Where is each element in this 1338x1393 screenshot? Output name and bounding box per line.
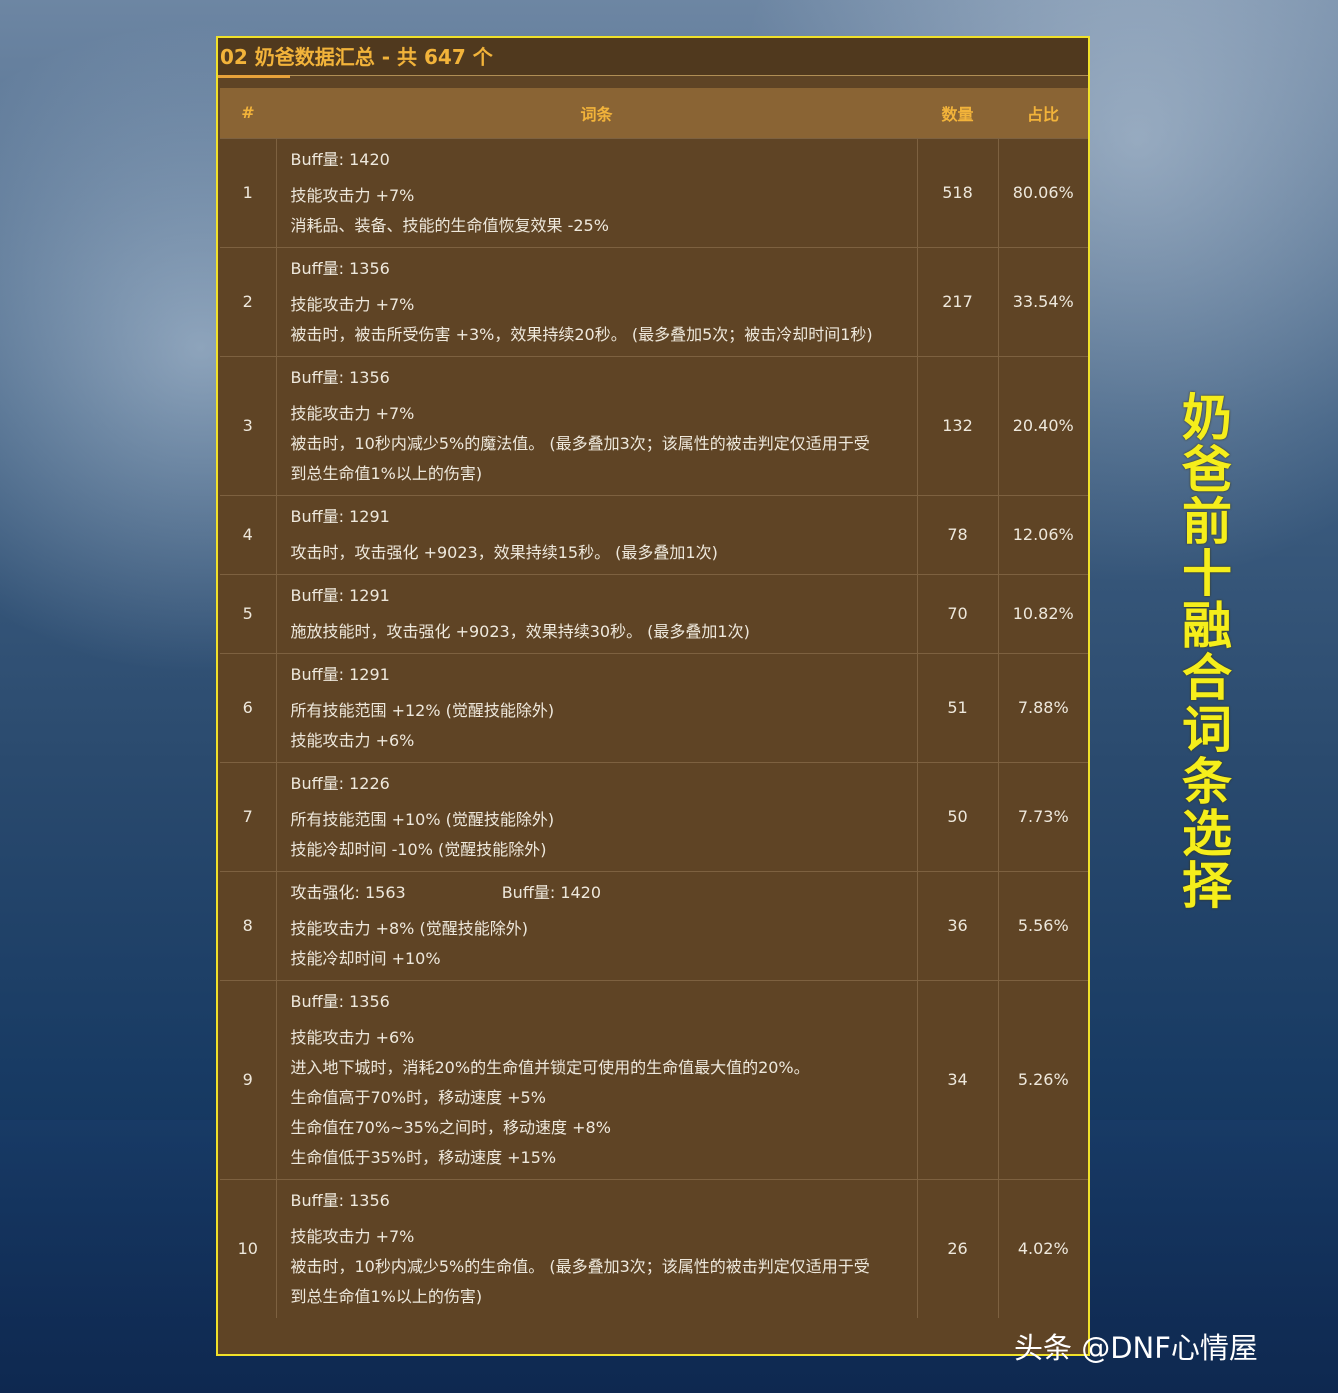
entry-line: Buff量: 1356 [290, 1190, 390, 1210]
entry-line: 技能攻击力 +7% [290, 403, 415, 423]
header-count: 数量 [941, 104, 974, 124]
entry-line: 到总生命值1%以上的伤害) [290, 1286, 483, 1306]
entry-line: 技能攻击力 +8% (觉醒技能除外) [290, 918, 528, 938]
entry-line: Buff量: 1356 [290, 258, 390, 278]
row-count: 70 [917, 573, 999, 653]
row-entry: Buff量: 1356 技能攻击力 +7% 被击时，被击所受伤害 +3%，效果持… [275, 246, 918, 356]
entry-line: 技能冷却时间 -10% (觉醒技能除外) [290, 839, 547, 859]
row-ratio: 33.54% [998, 246, 1088, 356]
row-ratio: 4.02% [998, 1178, 1088, 1318]
entry-buff: Buff量: 1420 [501, 882, 602, 902]
table-row: 3 Buff量: 1356 技能攻击力 +7% 被击时，10秒内减少5%的魔法值… [220, 355, 1088, 495]
header-entry: 词条 [580, 104, 613, 124]
row-index: 4 [220, 494, 277, 574]
entry-line: 技能攻击力 +7% [290, 185, 415, 205]
entry-line: 被击时，被击所受伤害 +3%，效果持续20秒。 (最多叠加5次；被击冷却时间1秒… [290, 324, 873, 344]
table-row: 6 Buff量: 1291 所有技能范围 +12% (觉醒技能除外) 技能攻击力… [220, 652, 1088, 762]
row-index: 3 [220, 355, 277, 495]
entry-line: 攻击强化: 1563 Buff量: 1420 [291, 878, 903, 908]
row-index: 6 [220, 652, 277, 762]
entry-line: Buff量: 1356 [290, 991, 390, 1011]
row-index: 8 [220, 870, 277, 980]
row-ratio: 5.26% [998, 979, 1088, 1179]
table-row: 4 Buff量: 1291 攻击时，攻击强化 +9023，效果持续15秒。 (最… [220, 494, 1088, 574]
row-index: 5 [220, 573, 277, 653]
row-entry: Buff量: 1291 所有技能范围 +12% (觉醒技能除外) 技能攻击力 +… [275, 652, 918, 762]
row-entry: 攻击强化: 1563 Buff量: 1420 技能攻击力 +8% (觉醒技能除外)… [275, 870, 918, 980]
entries-table: # 词条 数量 占比 1 Buff量: 1420 技能攻击力 +7% 消耗品、装… [220, 88, 1088, 1318]
row-entry: Buff量: 1356 技能攻击力 +7% 被击时，10秒内减少5%的魔法值。 … [275, 355, 918, 495]
entry-line: 被击时，10秒内减少5%的生命值。 (最多叠加3次；该属性的被击判定仅适用于受 [290, 1256, 870, 1276]
row-entry: Buff量: 1420 技能攻击力 +7% 消耗品、装备、技能的生命值恢复效果 … [275, 137, 918, 247]
row-count: 34 [917, 979, 999, 1179]
entry-line: Buff量: 1291 [290, 585, 390, 605]
entry-line: 消耗品、装备、技能的生命值恢复效果 -25% [290, 215, 609, 235]
title-underline-accent [218, 75, 290, 78]
header-ratio: 占比 [1026, 104, 1059, 124]
entry-line: Buff量: 1356 [290, 367, 390, 387]
row-index: 1 [220, 137, 277, 247]
entry-line: 被击时，10秒内减少5%的魔法值。 (最多叠加3次；该属性的被击判定仅适用于受 [290, 433, 870, 453]
entry-line: Buff量: 1291 [290, 664, 390, 684]
entry-line: 技能攻击力 +7% [290, 1226, 415, 1246]
watermark: 头条 @DNF心情屋 [1014, 1331, 1258, 1365]
row-count: 217 [917, 246, 999, 356]
row-ratio: 20.40% [998, 355, 1088, 495]
entry-line: 进入地下城时，消耗20%的生命值并锁定可使用的生命值最大值的20%。 [290, 1057, 810, 1077]
entry-attack-boost: 攻击强化: 1563 [290, 882, 406, 902]
row-count: 78 [917, 494, 999, 574]
data-summary-panel: 02 奶爸数据汇总 - 共 647 个 # 词条 数量 占比 1 Buff量: … [216, 36, 1090, 1356]
row-entry: Buff量: 1356 技能攻击力 +7% 被击时，10秒内减少5%的生命值。 … [275, 1178, 918, 1318]
table-row: 7 Buff量: 1226 所有技能范围 +10% (觉醒技能除外) 技能冷却时… [220, 761, 1088, 871]
table-row: 8 攻击强化: 1563 Buff量: 1420 技能攻击力 +8% (觉醒技能除… [220, 870, 1088, 980]
entry-line: 生命值高于70%时，移动速度 +5% [290, 1087, 546, 1107]
entry-line: Buff量: 1420 [290, 149, 390, 169]
table-row: 1 Buff量: 1420 技能攻击力 +7% 消耗品、装备、技能的生命值恢复效… [220, 137, 1088, 247]
panel-title: 02 奶爸数据汇总 - 共 647 个 [218, 38, 1088, 76]
row-entry: Buff量: 1356 技能攻击力 +6% 进入地下城时，消耗20%的生命值并锁… [275, 979, 918, 1179]
row-ratio: 5.56% [998, 870, 1088, 980]
row-ratio: 12.06% [998, 494, 1088, 574]
row-count: 36 [917, 870, 999, 980]
row-entry: Buff量: 1291 攻击时，攻击强化 +9023，效果持续15秒。 (最多叠… [275, 494, 918, 574]
row-index: 9 [220, 979, 277, 1179]
entry-line: 技能攻击力 +7% [290, 294, 415, 314]
entry-line: 施放技能时，攻击强化 +9023，效果持续30秒。 (最多叠加1次) [290, 621, 750, 641]
entry-line: 技能攻击力 +6% [290, 730, 415, 750]
row-count: 518 [917, 137, 999, 247]
row-ratio: 7.88% [998, 652, 1088, 762]
row-count: 51 [917, 652, 999, 762]
row-index: 10 [220, 1178, 277, 1318]
entry-line: 技能冷却时间 +10% [290, 948, 441, 968]
header-index: # [241, 103, 255, 123]
row-index: 2 [220, 246, 277, 356]
entry-line: 所有技能范围 +12% (觉醒技能除外) [290, 700, 555, 720]
side-title: 奶爸前十融合词条选择 [1182, 389, 1232, 915]
row-entry: Buff量: 1291 施放技能时，攻击强化 +9023，效果持续30秒。 (最… [275, 573, 918, 653]
entry-line: 到总生命值1%以上的伤害) [290, 463, 483, 483]
entry-line: Buff量: 1226 [290, 773, 390, 793]
row-ratio: 7.73% [998, 761, 1088, 871]
table-row: 5 Buff量: 1291 施放技能时，攻击强化 +9023，效果持续30秒。 … [220, 573, 1088, 653]
entry-line: 生命值在70%~35%之间时，移动速度 +8% [290, 1117, 611, 1137]
row-ratio: 10.82% [998, 573, 1088, 653]
table-row: 2 Buff量: 1356 技能攻击力 +7% 被击时，被击所受伤害 +3%，效… [220, 246, 1088, 356]
row-ratio: 80.06% [998, 137, 1088, 247]
entry-line: 技能攻击力 +6% [290, 1027, 415, 1047]
row-count: 132 [917, 355, 999, 495]
table-row: 10 Buff量: 1356 技能攻击力 +7% 被击时，10秒内减少5%的生命… [220, 1178, 1088, 1318]
row-entry: Buff量: 1226 所有技能范围 +10% (觉醒技能除外) 技能冷却时间 … [275, 761, 918, 871]
entry-line: 攻击时，攻击强化 +9023，效果持续15秒。 (最多叠加1次) [290, 542, 718, 562]
row-index: 7 [220, 761, 277, 871]
entry-line: 生命值低于35%时，移动速度 +15% [290, 1147, 557, 1167]
row-count: 26 [917, 1178, 999, 1318]
row-count: 50 [917, 761, 999, 871]
table-header-row: # 词条 数量 占比 [220, 88, 1088, 138]
entry-line: Buff量: 1291 [290, 506, 390, 526]
entry-line: 所有技能范围 +10% (觉醒技能除外) [290, 809, 555, 829]
table-row: 9 Buff量: 1356 技能攻击力 +6% 进入地下城时，消耗20%的生命值… [220, 979, 1088, 1179]
